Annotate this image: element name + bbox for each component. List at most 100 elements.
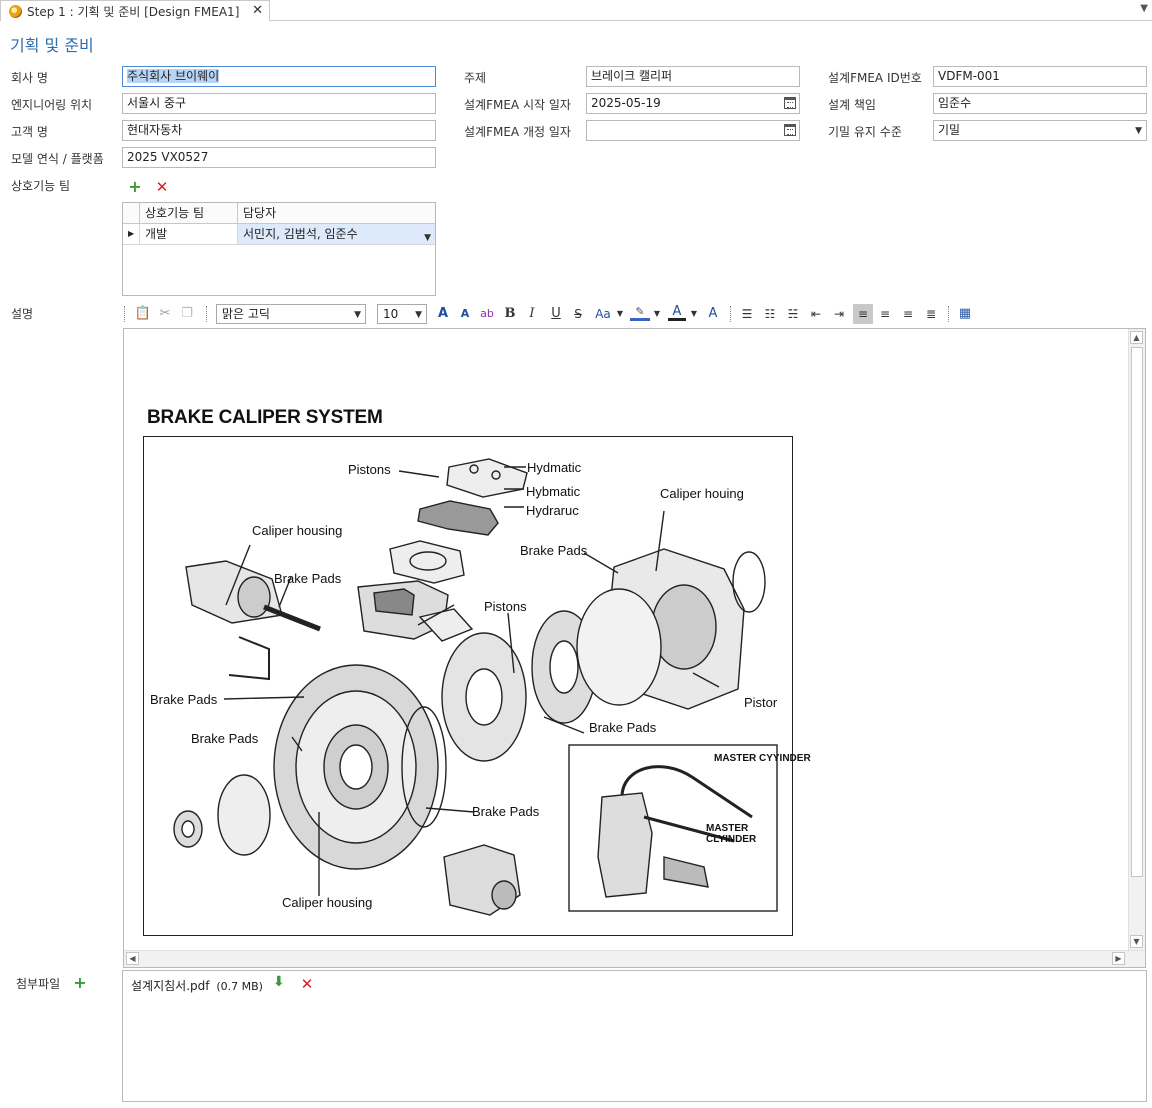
diagram-label: Pistons — [484, 599, 527, 614]
start-date-label: 설계FMEA 시작 일자 — [464, 98, 571, 112]
company-label: 회사 명 — [11, 71, 48, 85]
horizontal-scrollbar[interactable]: ◀ ▶ — [124, 950, 1145, 967]
insert-table-icon[interactable]: ▦ — [956, 304, 974, 324]
diagram-label: Brake Pads — [589, 720, 657, 735]
diagram-label: Hybmatic — [526, 484, 581, 499]
brake-caliper-diagram: BRAKE CALIPER SYSTEM Pistons Hydmatic Hy… — [143, 407, 811, 937]
align-justify-icon[interactable]: ≣ — [922, 304, 940, 324]
tab-strip: Step 1 : 기획 및 준비 [Design FMEA1] ✕ ▼ — [0, 0, 1152, 21]
subject-input[interactable]: 브레이크 캘리퍼 — [586, 66, 800, 87]
diagram-label: Brake Pads — [472, 804, 540, 819]
bold-icon[interactable]: B — [502, 304, 518, 324]
bullet-list-icon[interactable]: ☰ — [738, 304, 756, 324]
scroll-left-icon[interactable]: ◀ — [126, 952, 139, 965]
highlight-color-icon[interactable]: ✎ — [630, 304, 650, 321]
add-team-icon[interactable]: + — [127, 179, 143, 195]
scroll-right-icon[interactable]: ▶ — [1112, 952, 1125, 965]
diagram-label: Pistons — [348, 462, 391, 477]
strikethrough-icon[interactable]: S — [570, 304, 586, 324]
add-attachment-icon[interactable]: + — [72, 975, 88, 991]
chevron-down-icon[interactable]: ▼ — [424, 228, 431, 248]
tab-design-fmea1[interactable]: Step 1 : 기획 및 준비 [Design FMEA1] ✕ — [0, 0, 270, 21]
diagram-frame: Pistons Hydmatic Hybmatic Hydraruc Calip… — [143, 436, 811, 936]
chevron-down-icon: ▼ — [415, 310, 422, 320]
description-label: 설명 — [11, 307, 34, 321]
location-label: 엔지니어링 위치 — [11, 98, 93, 112]
multilevel-list-icon[interactable]: ☵ — [784, 304, 802, 324]
numbered-list-icon[interactable]: ☷ — [761, 304, 779, 324]
members-cell[interactable]: 서민지, 김범석, 임준수 ▼ — [237, 224, 435, 244]
chevron-down-icon: ▼ — [354, 310, 361, 320]
team-cell[interactable]: 개발 — [139, 224, 237, 244]
diagram-label: Pistor — [744, 695, 778, 710]
attachment-file[interactable]: 설계지침서.pdf (0.7 MB) — [131, 977, 263, 994]
vertical-scrollbar[interactable]: ▲ ▼ — [1128, 329, 1145, 950]
team-label: 상호기능 팀 — [11, 179, 71, 193]
design-owner-input[interactable]: 임준수 — [933, 93, 1147, 114]
team-grid: 상호기능 팀 담당자 ▶ 개발 서민지, 김범석, 임준수 ▼ — [122, 202, 436, 296]
diagram-label: Hydraruc — [526, 503, 579, 518]
align-left-icon[interactable]: ≡ — [853, 304, 873, 324]
confidentiality-label: 기밀 유지 수준 — [828, 125, 902, 139]
delete-team-icon[interactable]: ✕ — [154, 179, 170, 195]
underline-icon[interactable]: U — [548, 304, 564, 324]
scroll-up-icon[interactable]: ▲ — [1130, 331, 1143, 344]
align-right-icon[interactable]: ≡ — [899, 304, 917, 324]
scroll-thumb[interactable] — [1131, 347, 1143, 877]
tab-overflow-icon[interactable]: ▼ — [1140, 3, 1148, 14]
description-editor[interactable]: BRAKE CALIPER SYSTEM Pistons Hydmatic Hy… — [123, 328, 1146, 968]
align-center-icon[interactable]: ≡ — [876, 304, 894, 324]
row-indicator-icon: ▶ — [128, 229, 135, 238]
location-input[interactable]: 서울시 중구 — [122, 93, 436, 114]
font-color-icon[interactable]: A — [668, 304, 686, 321]
diagram-label: Brake Pads — [150, 692, 218, 707]
tab-title: Step 1 : 기획 및 준비 [Design FMEA1] — [27, 4, 240, 19]
brake-exploded-view — [173, 458, 778, 916]
decrease-indent-icon[interactable]: ⇤ — [807, 304, 825, 324]
column-header-members[interactable]: 담당자 — [237, 203, 435, 224]
diagram-label: Brake Pads — [191, 731, 259, 746]
increase-indent-icon[interactable]: ⇥ — [830, 304, 848, 324]
font-dialog-icon[interactable]: A — [704, 304, 722, 324]
diagram-label: Brake Pads — [520, 543, 588, 558]
table-row[interactable]: ▶ 개발 서민지, 김범석, 임준수 ▼ — [123, 224, 435, 245]
change-case-icon[interactable]: Aa — [592, 304, 614, 324]
shrink-font-icon[interactable]: A — [456, 304, 474, 324]
font-name-select[interactable]: 맑은 고딕 ▼ — [216, 304, 366, 324]
grow-font-icon[interactable]: A — [434, 304, 452, 324]
chevron-down-icon[interactable]: ▼ — [652, 304, 662, 324]
customer-label: 고객 명 — [11, 125, 48, 139]
download-icon[interactable]: ⬇ — [273, 974, 285, 990]
cut-icon[interactable]: ✂ — [156, 304, 174, 324]
attachments-list: 설계지침서.pdf (0.7 MB) ⬇ ✕ — [122, 970, 1147, 1102]
delete-attachment-icon[interactable]: ✕ — [299, 976, 315, 992]
scroll-down-icon[interactable]: ▼ — [1130, 935, 1143, 948]
copy-icon[interactable]: ❐ — [178, 304, 196, 324]
subject-label: 주제 — [464, 71, 487, 85]
customer-input[interactable]: 현대자동차 — [122, 120, 436, 141]
revision-date-input[interactable] — [586, 120, 800, 141]
paste-icon[interactable]: 📋 — [134, 304, 152, 324]
chevron-down-icon: ▼ — [1135, 126, 1142, 136]
chevron-down-icon[interactable]: ▼ — [689, 304, 699, 324]
chevron-down-icon[interactable]: ▼ — [615, 304, 625, 324]
company-input[interactable]: 주식회사 브이웨이 — [122, 66, 436, 87]
fmea-id-input[interactable]: VDFM-001 — [933, 66, 1147, 87]
model-label: 모델 연식 / 플랫폼 — [11, 152, 104, 166]
step-icon — [9, 4, 22, 18]
confidentiality-select[interactable]: 기밀 ▼ — [933, 120, 1147, 141]
revision-date-label: 설계FMEA 개정 일자 — [464, 125, 571, 139]
diagram-label: Hydmatic — [527, 460, 582, 475]
font-size-select[interactable]: 10 ▼ — [377, 304, 427, 324]
clear-format-icon[interactable]: ab — [478, 304, 496, 324]
model-input[interactable]: 2025 VX0527 — [122, 147, 436, 168]
rich-text-toolbar: 📋 ✂ ❐ 맑은 고딕 ▼ 10 ▼ A A ab B I U S Aa ▼ ✎… — [124, 302, 1004, 326]
calendar-icon[interactable] — [784, 124, 796, 136]
start-date-input[interactable]: 2025-05-19 — [586, 93, 800, 114]
calendar-icon[interactable] — [784, 97, 796, 109]
diagram-label: Caliper housing — [252, 523, 343, 538]
column-header-team[interactable]: 상호기능 팀 — [139, 203, 237, 224]
attachments-label: 첨부파일 — [16, 977, 61, 991]
italic-icon[interactable]: I — [524, 304, 540, 324]
close-icon[interactable]: ✕ — [252, 3, 263, 18]
